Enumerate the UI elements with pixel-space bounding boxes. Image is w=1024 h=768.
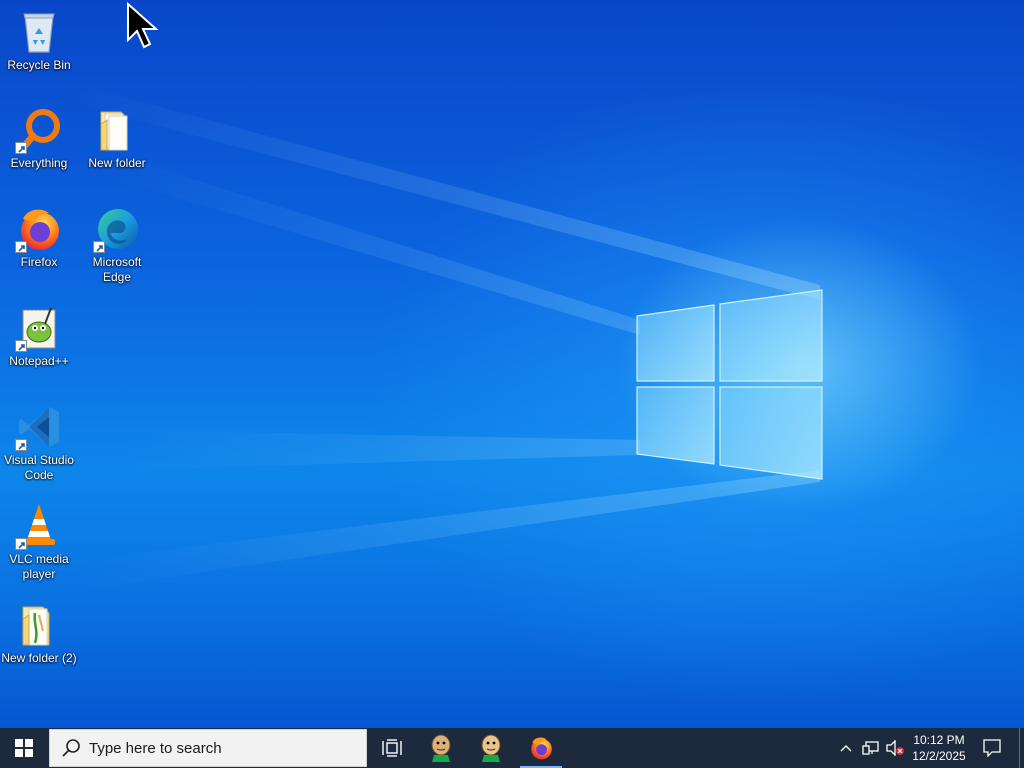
task-view-button[interactable] <box>370 728 414 768</box>
chevron-up-icon <box>840 745 852 752</box>
desktop-icon-label: Recycle Bin <box>7 58 71 72</box>
shortcut-arrow-icon <box>15 241 27 253</box>
action-center-button[interactable] <box>978 728 1006 768</box>
search-icon <box>62 739 80 757</box>
desktop-icon-recycle-bin[interactable]: Recycle Bin <box>0 8 78 73</box>
desktop-icon-label: Notepad++ <box>9 354 69 368</box>
clock-time: 10:12 PM <box>913 733 965 747</box>
shortcut-arrow-icon <box>15 439 27 451</box>
vlc-cone-icon <box>15 502 63 550</box>
desktop-background[interactable]: Recycle Bin Everything New folder Firefo… <box>0 0 1024 728</box>
volume-muted-icon <box>886 740 904 756</box>
search-placeholder: Type here to search <box>89 739 222 757</box>
mouse-pointer-icon <box>127 2 159 49</box>
shortcut-arrow-icon <box>15 340 27 352</box>
taskbar-app-button[interactable] <box>468 728 514 768</box>
desktop-icon-label: Firefox <box>20 255 58 269</box>
character-app-icon <box>481 734 501 762</box>
firefox-icon <box>531 737 552 760</box>
taskbar: Type here to search 10:12 PM 12/2/2025 <box>0 728 1024 768</box>
shortcut-arrow-icon <box>15 142 27 154</box>
clock-date: 12/2/2025 <box>912 749 966 763</box>
desktop-icon-microsoft-edge[interactable]: Microsoft Edge <box>78 205 156 285</box>
desktop-icon-label: Everything <box>10 156 68 170</box>
firefox-icon <box>15 205 63 253</box>
taskbar-clock[interactable]: 10:12 PM 12/2/2025 <box>907 728 971 768</box>
desktop-icon-label: New folder (2) <box>1 651 77 665</box>
windows-logo-wallpaper <box>636 289 823 480</box>
network-button[interactable] <box>860 728 882 768</box>
desktop-icon-new-folder-2[interactable]: New folder (2) <box>0 601 78 666</box>
notification-icon <box>983 739 1001 757</box>
show-desktop-button[interactable] <box>1019 728 1024 768</box>
windows-start-icon <box>15 739 33 757</box>
desktop-icon-label: VLC media player <box>9 552 69 581</box>
taskbar-firefox-button[interactable] <box>520 728 562 768</box>
desktop-icon-vlc[interactable]: VLC media player <box>0 502 78 582</box>
desktop-icon-everything[interactable]: Everything <box>0 106 78 171</box>
volume-button[interactable] <box>884 728 906 768</box>
notepad-plus-plus-icon <box>15 304 63 352</box>
vscode-icon <box>15 403 63 451</box>
taskbar-app-button[interactable] <box>418 728 464 768</box>
start-button[interactable] <box>0 728 48 768</box>
shortcut-arrow-icon <box>15 538 27 550</box>
desktop-icon-label: Visual Studio Code <box>4 453 74 482</box>
desktop-icon-new-folder[interactable]: New folder <box>78 106 156 171</box>
character-app-icon <box>431 734 451 762</box>
desktop-icon-label: New folder <box>88 156 146 170</box>
desktop-icon-vscode[interactable]: Visual Studio Code <box>0 403 78 483</box>
desktop-icon-firefox[interactable]: Firefox <box>0 205 78 270</box>
folder-icon <box>93 106 141 154</box>
task-view-icon <box>382 739 402 757</box>
shortcut-arrow-icon <box>93 241 105 253</box>
recycle-bin-icon <box>15 8 63 56</box>
desktop-icon-label: Microsoft Edge <box>92 255 142 284</box>
network-icon <box>862 741 879 755</box>
folder-icon <box>15 601 63 649</box>
taskbar-search-box[interactable]: Type here to search <box>49 729 367 767</box>
show-hidden-icons-button[interactable] <box>836 728 856 768</box>
edge-icon <box>93 205 141 253</box>
magnifier-icon <box>15 106 63 154</box>
desktop-icon-notepad-plus-plus[interactable]: Notepad++ <box>0 304 78 369</box>
